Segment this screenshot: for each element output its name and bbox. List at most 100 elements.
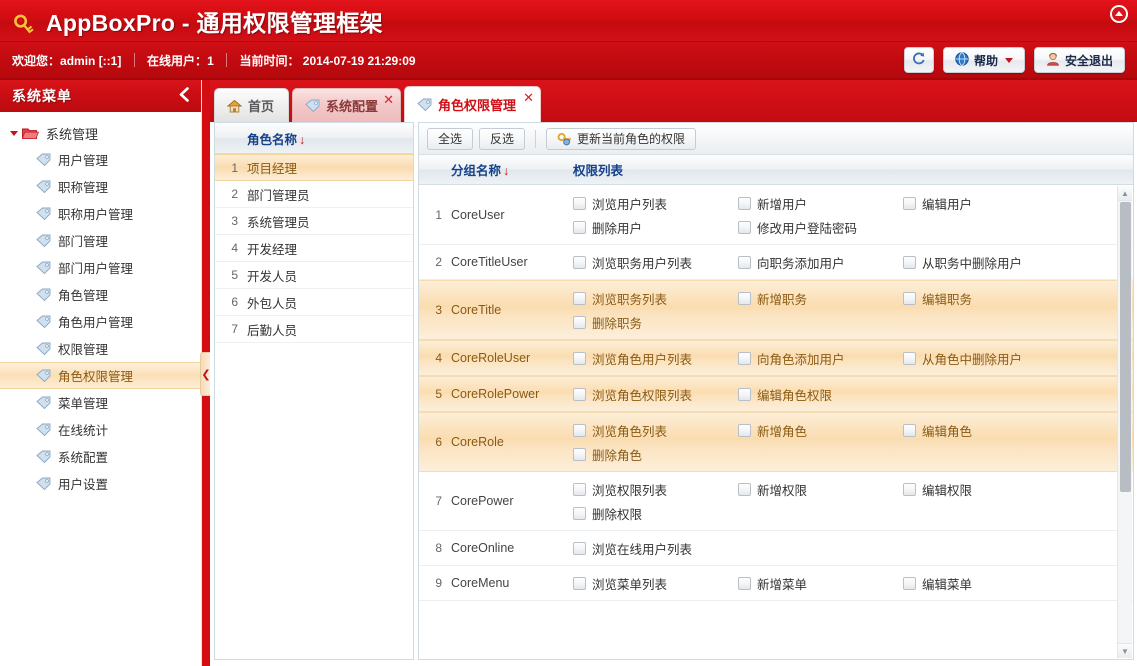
sidebar-item-8[interactable]: 权限管理 <box>0 335 201 362</box>
tab-role-permission[interactable]: 角色权限管理 ✕ <box>404 86 542 122</box>
role-row[interactable]: 5 开发人员 <box>215 262 413 289</box>
permission-checkbox-item[interactable]: 浏览角色权限列表 <box>573 382 738 406</box>
group-name-column-header[interactable]: 分组名称 ↓ <box>451 160 573 179</box>
help-button[interactable]: 帮助 <box>942 47 1025 73</box>
permission-checkbox-item[interactable]: 删除角色 <box>573 442 738 466</box>
checkbox[interactable] <box>738 196 751 210</box>
collapse-up-icon[interactable] <box>1109 4 1129 24</box>
refresh-button[interactable] <box>903 47 934 73</box>
permission-checkbox-item[interactable]: 新增职务 <box>738 286 903 310</box>
role-row[interactable]: 7 后勤人员 <box>215 316 413 343</box>
sidebar-group-system[interactable]: 系统管理 <box>0 120 201 146</box>
checkbox[interactable] <box>903 291 916 305</box>
checkbox[interactable] <box>738 220 751 234</box>
tab-system-config[interactable]: 系统配置 ✕ <box>292 88 402 122</box>
checkbox[interactable] <box>573 447 586 461</box>
role-name-column-header[interactable]: 角色名称 ↓ <box>247 129 305 148</box>
checkbox[interactable] <box>903 196 916 210</box>
checkbox[interactable] <box>738 482 751 496</box>
sidebar-item-2[interactable]: 职称管理 <box>0 173 201 200</box>
sidebar-item-3[interactable]: 职称用户管理 <box>0 200 201 227</box>
permission-checkbox-item[interactable]: 向角色添加用户 <box>738 346 903 370</box>
sidebar-item-6[interactable]: 角色管理 <box>0 281 201 308</box>
checkbox[interactable] <box>903 576 916 590</box>
checkbox[interactable] <box>738 351 751 365</box>
checkbox[interactable] <box>903 255 916 269</box>
sidebar-item-7[interactable]: 角色用户管理 <box>0 308 201 335</box>
close-icon[interactable]: ✕ <box>383 93 394 106</box>
checkbox[interactable] <box>573 255 586 269</box>
checkbox[interactable] <box>573 423 586 437</box>
role-row[interactable]: 4 开发经理 <box>215 235 413 262</box>
checkbox[interactable] <box>903 482 916 496</box>
permission-checkbox-item[interactable]: 编辑用户 <box>903 191 1068 215</box>
permission-checkbox-item[interactable]: 删除权限 <box>573 501 738 525</box>
close-icon[interactable]: ✕ <box>523 91 534 104</box>
role-row[interactable]: 1 项目经理 <box>215 154 413 181</box>
checkbox[interactable] <box>573 541 586 555</box>
permission-checkbox-item[interactable]: 浏览用户列表 <box>573 191 738 215</box>
tab-home[interactable]: 首页 <box>214 88 290 122</box>
permission-checkbox-item[interactable]: 删除职务 <box>573 310 738 334</box>
sidebar-item-11[interactable]: 在线统计 <box>0 416 201 443</box>
chevron-left-icon[interactable] <box>178 86 191 106</box>
permission-checkbox-item[interactable]: 编辑菜单 <box>903 571 1068 595</box>
checkbox[interactable] <box>738 423 751 437</box>
invert-selection-button[interactable]: 反选 <box>479 127 526 150</box>
checkbox[interactable] <box>903 423 916 437</box>
checkbox[interactable] <box>903 351 916 365</box>
checkbox[interactable] <box>573 482 586 496</box>
permission-checkbox-item[interactable]: 向职务添加用户 <box>738 250 903 274</box>
invert-selection-label: 反选 <box>490 132 515 146</box>
checkbox[interactable] <box>573 576 586 590</box>
permission-checkbox-item[interactable]: 新增菜单 <box>738 571 903 595</box>
sidebar-item-12[interactable]: 系统配置 <box>0 443 201 470</box>
checkbox[interactable] <box>573 351 586 365</box>
permission-checkbox-item[interactable]: 编辑角色 <box>903 418 1068 442</box>
permission-checkbox-item[interactable]: 新增权限 <box>738 477 903 501</box>
permission-checkbox-item[interactable]: 新增用户 <box>738 191 903 215</box>
checkbox[interactable] <box>573 315 586 329</box>
sidebar-item-10[interactable]: 菜单管理 <box>0 389 201 416</box>
logout-button[interactable]: 安全退出 <box>1033 47 1125 73</box>
permission-checkbox-item[interactable]: 删除用户 <box>573 215 738 239</box>
permission-checkbox-item[interactable]: 浏览角色用户列表 <box>573 346 738 370</box>
select-all-button[interactable]: 全选 <box>427 127 474 150</box>
permission-label: 新增用户 <box>757 197 808 212</box>
update-role-permission-button[interactable]: 更新当前角色的权限 <box>546 127 697 150</box>
checkbox[interactable] <box>738 255 751 269</box>
permission-checkbox-item[interactable]: 浏览角色列表 <box>573 418 738 442</box>
permission-checkbox-item[interactable]: 新增角色 <box>738 418 903 442</box>
permission-checkbox-item[interactable]: 浏览在线用户列表 <box>573 536 738 560</box>
sidebar-item-5[interactable]: 部门用户管理 <box>0 254 201 281</box>
sidebar-item-1[interactable]: 用户管理 <box>0 146 201 173</box>
permission-checkbox-item[interactable]: 浏览职务用户列表 <box>573 250 738 274</box>
permission-checkbox-item[interactable]: 浏览权限列表 <box>573 477 738 501</box>
checkbox[interactable] <box>573 196 586 210</box>
permission-checkbox-item[interactable]: 编辑权限 <box>903 477 1068 501</box>
checkbox[interactable] <box>573 291 586 305</box>
scroll-up-icon[interactable]: ▲ <box>1118 186 1132 201</box>
role-row[interactable]: 3 系统管理员 <box>215 208 413 235</box>
vertical-scrollbar[interactable]: ▲ ▼ <box>1117 186 1132 658</box>
permission-checkbox-item[interactable]: 编辑角色权限 <box>738 382 903 406</box>
sidebar-item-4[interactable]: 部门管理 <box>0 227 201 254</box>
permission-checkbox-item[interactable]: 浏览菜单列表 <box>573 571 738 595</box>
scrollbar-thumb[interactable] <box>1120 202 1131 492</box>
sidebar-item-13[interactable]: 用户设置 <box>0 470 201 497</box>
checkbox[interactable] <box>573 220 586 234</box>
checkbox[interactable] <box>738 387 751 401</box>
checkbox[interactable] <box>738 576 751 590</box>
role-row[interactable]: 6 外包人员 <box>215 289 413 316</box>
permission-checkbox-item[interactable]: 浏览职务列表 <box>573 286 738 310</box>
permission-checkbox-item[interactable]: 修改用户登陆密码 <box>738 215 903 239</box>
checkbox[interactable] <box>573 387 586 401</box>
permission-checkbox-item[interactable]: 从角色中删除用户 <box>903 346 1068 370</box>
sidebar-item-9[interactable]: 角色权限管理 <box>0 362 201 389</box>
role-row[interactable]: 2 部门管理员 <box>215 181 413 208</box>
checkbox[interactable] <box>573 506 586 520</box>
permission-checkbox-item[interactable]: 编辑职务 <box>903 286 1068 310</box>
checkbox[interactable] <box>738 291 751 305</box>
permission-checkbox-item[interactable]: 从职务中删除用户 <box>903 250 1068 274</box>
scroll-down-icon[interactable]: ▼ <box>1118 643 1132 658</box>
